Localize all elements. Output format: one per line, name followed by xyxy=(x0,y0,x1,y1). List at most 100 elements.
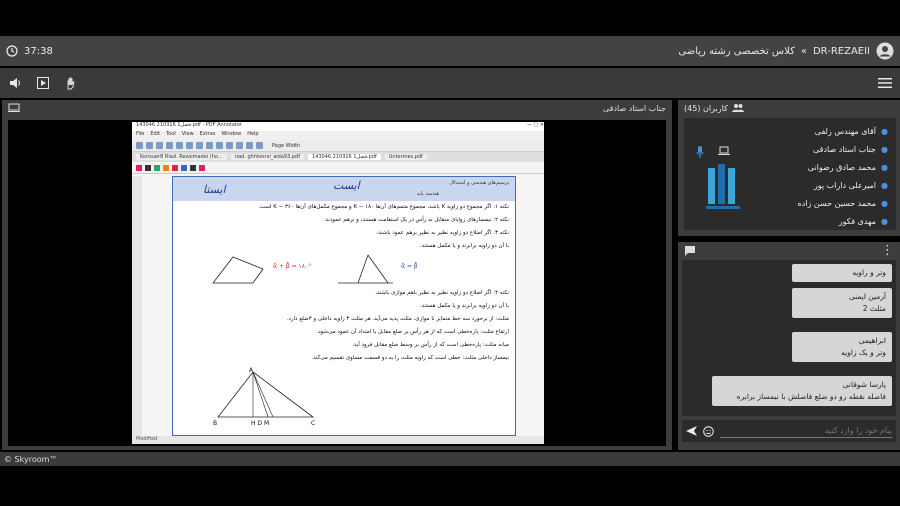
users-icon xyxy=(731,103,744,113)
clock-icon xyxy=(6,45,18,57)
chat-message: آرمین ایمنی مثلث 2 xyxy=(792,288,892,318)
user-name: آقای مهندس زلفی xyxy=(814,126,876,136)
handwritten-annotation: ایستا xyxy=(203,183,226,196)
person-icon: ● xyxy=(881,163,888,172)
pdf-tab-active[interactable]: 143046 210316 فصل1.pdf xyxy=(307,154,381,160)
text-line: نکته ۲: نیمسازهای زوایای متقابل به رأس د… xyxy=(323,217,509,223)
svg-text:H D M: H D M xyxy=(251,420,269,427)
pdf-annotation-toolbar xyxy=(132,162,544,174)
person-icon: ● xyxy=(881,145,888,154)
text-line: مثلث: از برخورد سه خط متمایز نا موازی، م… xyxy=(286,316,509,322)
triangle-figure: A B H D M C xyxy=(213,367,315,427)
text-line: با آن دو زاویه برابرند و یا مکمل هستند. xyxy=(419,303,509,309)
pdf-tab[interactable]: Konsuer8 Riad. Rezaimadei (ho... xyxy=(136,154,227,160)
text-line: نکته ۱: اگر مجموع دو زاویه K باشد، مجموع… xyxy=(258,204,509,210)
video-panel-header: جناب استاد صادقی xyxy=(2,100,672,116)
pdf-tabs: Konsuer8 Riad. Rezaimadei (ho... riad. g… xyxy=(132,152,544,162)
pdf-tab[interactable]: Untermes.pdf xyxy=(384,154,427,160)
user-item[interactable]: ● آقای مهندس زلفی xyxy=(815,124,888,138)
pdf-menu-item[interactable]: Tool xyxy=(166,131,176,140)
message-sender: ابراهیمی xyxy=(858,336,886,345)
control-toolbar xyxy=(0,68,900,98)
svg-text:C: C xyxy=(311,420,315,427)
message-sender: پارسا شوقانی xyxy=(842,380,886,389)
speaker-icon[interactable] xyxy=(8,76,22,90)
presenter-title: جناب استاد صادقی xyxy=(602,103,666,113)
geometry-figure xyxy=(212,254,393,284)
class-name: کلاس تخصصی رشته ریاضی xyxy=(678,45,795,57)
user-code: DR-REZAEII xyxy=(812,45,870,57)
raise-hand-icon[interactable] xyxy=(64,76,78,90)
text-line: میانه مثلث: پاره‌خطی است که از رأس بر وس… xyxy=(352,342,509,348)
chat-message: وتر و زاویه xyxy=(792,264,892,282)
formula: α̂ + β̂ = ۱۸۰° xyxy=(273,263,312,270)
monitor-icon[interactable] xyxy=(8,103,20,113)
chat-header: ⋮ xyxy=(678,242,900,258)
pdf-menubar: File Edit Tool View Extras Window Help xyxy=(132,131,544,140)
user-name: امیرعلی داراب پور xyxy=(813,180,876,190)
message-text: فاصله نقطه رو دو ضلع فاصلش با نیمساز برا… xyxy=(736,392,886,401)
person-icon: ● xyxy=(881,127,888,136)
laptop-icon xyxy=(718,146,730,156)
pdf-tab[interactable]: riad. ghhtesrsi_aida93.pdf xyxy=(230,154,304,160)
user-name: جناب استاد صادقی xyxy=(812,144,876,154)
pdf-annotator-window: 143046 210316 فصل1.pdf - PDF Annotator —… xyxy=(132,122,544,444)
more-options-icon[interactable]: ⋮ xyxy=(881,243,894,258)
text-line: نکته ۳: اگر اضلاع دو زاویه نظیر به نظیر … xyxy=(376,230,509,236)
svg-text:B: B xyxy=(213,420,217,427)
video-panel: جناب استاد صادقی 143046 210316 فصل1.pdf … xyxy=(2,100,672,450)
zoom-select[interactable]: Page Width xyxy=(272,143,300,149)
person-icon: ● xyxy=(881,199,888,208)
top-bar: 37:38 DR-REZAEII » کلاس تخصصی رشته ریاضی xyxy=(0,36,900,66)
figure-row: α̂ + β̂ = ۱۸۰° α̂ = β̂ xyxy=(173,253,515,287)
chat-message: ابراهیمی وتر و یک زاویه xyxy=(792,332,892,362)
chat-messages: وتر و زاویه آرمین ایمنی مثلث 2 ابراهیمی … xyxy=(682,260,896,416)
menu-icon[interactable] xyxy=(878,77,892,89)
message-text: وتر و زاویه xyxy=(852,268,886,277)
chat-message: پارسا شوقانی فاصله نقطه رو دو ضلع فاصلش … xyxy=(712,376,892,406)
pdf-menu-item[interactable]: Window xyxy=(221,131,241,140)
text-line: نکته ۴: اگر اضلاع دو زاویه نظیر به نظیر … xyxy=(375,290,509,296)
text-line: ارتفاع مثلث: پاره‌خطی است که از هر رأس ب… xyxy=(316,329,509,335)
breadcrumb-separator: » xyxy=(800,45,807,57)
user-item[interactable]: ● جناب استاد صادقی xyxy=(813,142,888,156)
chat-icon xyxy=(684,245,696,256)
pdf-sidebar xyxy=(132,176,142,436)
pdf-toolbar: Page Width xyxy=(132,140,544,152)
emoji-icon[interactable] xyxy=(703,425,714,437)
text-line: نیمساز داخلی مثلث: خطی است که زاویه مثلث… xyxy=(311,355,509,361)
users-title: کاربران (45) xyxy=(684,103,728,113)
pdf-menu-item[interactable]: Help xyxy=(247,131,258,140)
pdf-menu-item[interactable]: File xyxy=(136,131,144,140)
footer: © Skyroom™ xyxy=(0,452,900,466)
brand-label: © Skyroom™ xyxy=(4,454,58,464)
user-item[interactable]: ● امیرعلی داراب پور xyxy=(814,178,888,192)
session-timer: 37:38 xyxy=(24,45,53,57)
message-text: مثلث 2 xyxy=(862,304,886,313)
person-icon: ● xyxy=(881,217,888,226)
pdf-menu-item[interactable]: View xyxy=(182,131,194,140)
logo-watermark xyxy=(706,164,740,216)
send-icon[interactable] xyxy=(686,426,697,436)
media-play-icon[interactable] xyxy=(36,76,50,90)
avatar-icon[interactable] xyxy=(876,42,894,60)
user-item[interactable]: ● محمد حسین حسن زاده xyxy=(798,196,889,210)
pdf-status-bar: Modified xyxy=(132,436,544,444)
chat-message-input[interactable] xyxy=(720,424,892,438)
user-item[interactable]: ● مهدی فکور xyxy=(839,214,888,228)
pdf-window-title: 143046 210316 فصل1.pdf - PDF Annotator —… xyxy=(132,122,544,131)
breadcrumb: DR-REZAEII » کلاس تخصصی رشته ریاضی xyxy=(678,42,894,60)
message-text: وتر و یک زاویه xyxy=(841,348,886,357)
pdf-menu-item[interactable]: Edit xyxy=(150,131,160,140)
handwritten-annotation: ایست xyxy=(333,179,360,192)
message-sender: آرمین ایمنی xyxy=(848,292,886,301)
pdf-page: ترسیم‌های هندسی و استدلال هندسه پایه ایس… xyxy=(172,176,516,436)
users-header: کاربران (45) xyxy=(678,100,900,116)
screen-share-area: 143046 210316 فصل1.pdf - PDF Annotator —… xyxy=(8,120,666,446)
chat-input-bar xyxy=(682,420,896,442)
user-name: محمد حسین حسن زاده xyxy=(797,198,877,208)
pdf-menu-item[interactable]: Extras xyxy=(200,131,216,140)
user-name: محمد صادق رضوانی xyxy=(807,162,876,172)
user-item[interactable]: ● محمد صادق رضوانی xyxy=(808,160,888,174)
users-list: ● آقای مهندس زلفی ● جناب استاد صادقی ● م… xyxy=(684,118,896,230)
